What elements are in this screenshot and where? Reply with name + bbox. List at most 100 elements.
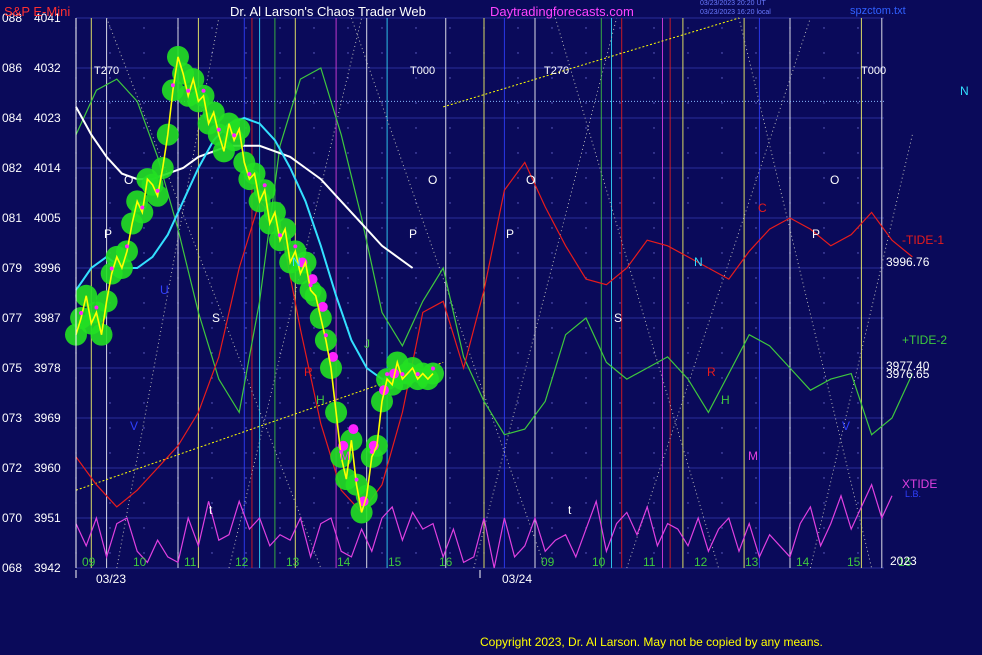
diagonal-line (473, 17, 618, 569)
grid-dot (585, 227, 587, 229)
grid-dot (347, 177, 349, 179)
grid-dot (347, 252, 349, 254)
planet-letter: J (364, 337, 370, 351)
grid-dot (823, 77, 825, 79)
grid-dot (245, 202, 247, 204)
grid-dot (517, 277, 519, 279)
grid-dot (619, 77, 621, 79)
grid-dot (619, 352, 621, 354)
grid-dot (211, 77, 213, 79)
grid-dot (721, 227, 723, 229)
grid-dot (415, 252, 417, 254)
grid-dot (619, 427, 621, 429)
grid-dot (211, 327, 213, 329)
planet-letter: V (130, 419, 138, 433)
grid-dot (551, 252, 553, 254)
grid-dot (381, 327, 383, 329)
grid-dot (721, 77, 723, 79)
price-tick-dot (431, 366, 435, 371)
grid-dot (755, 27, 757, 29)
grid-dot (721, 502, 723, 504)
grid-dot (143, 502, 145, 504)
price-tick-dot (323, 333, 328, 338)
grid-dot (551, 302, 553, 304)
grid-dot (347, 27, 349, 29)
price-tick-dot (201, 88, 206, 93)
grid-dot (517, 152, 519, 154)
y-code-label: 086 (2, 61, 22, 75)
grid-dot (721, 527, 723, 529)
grid-dot (517, 27, 519, 29)
x-hour-label: 13 (286, 555, 300, 569)
grid-dot (619, 27, 621, 29)
grid-dot (449, 352, 451, 354)
diagonal-line (106, 17, 322, 569)
y-price-label: 3996 (34, 261, 61, 275)
grid-dot (653, 477, 655, 479)
grid-dot (653, 327, 655, 329)
series-label-lb: L.B. (905, 489, 921, 499)
grid-dot (109, 502, 111, 504)
x-hour-label: 10 (133, 555, 147, 569)
series-label-tide2: +TIDE-2 (902, 333, 947, 347)
grid-dot (517, 227, 519, 229)
grid-dot (721, 177, 723, 179)
grid-dot (585, 77, 587, 79)
grid-dot (279, 427, 281, 429)
y-code-label: 079 (2, 261, 22, 275)
grid-dot (449, 127, 451, 129)
grid-dot (143, 402, 145, 404)
grid-dot (517, 202, 519, 204)
grid-dot (211, 177, 213, 179)
grid-dot (211, 552, 213, 554)
grid-dot (449, 327, 451, 329)
x-date-label: 03/23 (96, 572, 126, 586)
grid-dot (823, 52, 825, 54)
grid-dot (551, 452, 553, 454)
y-code-label: 084 (2, 111, 22, 125)
grid-dot (143, 427, 145, 429)
grid-dot (347, 552, 349, 554)
grid-dot (619, 102, 621, 104)
grid-dot (755, 152, 757, 154)
diagonal-line (626, 17, 811, 569)
grid-dot (585, 252, 587, 254)
grid-dot (755, 52, 757, 54)
value-label: 3996.76 (886, 255, 930, 269)
grid-dot (585, 352, 587, 354)
grid-dot (143, 377, 145, 379)
grid-dot (381, 502, 383, 504)
grid-dot (585, 52, 587, 54)
grid-dot (755, 327, 757, 329)
grid-dot (245, 27, 247, 29)
grid-dot (857, 27, 859, 29)
grid-dot (517, 177, 519, 179)
grid-dot (245, 527, 247, 529)
grid-dot (585, 202, 587, 204)
grid-dot (415, 52, 417, 54)
price-tick-dot (354, 477, 359, 482)
x-date-label: 03/24 (502, 572, 532, 586)
grid-dot (347, 202, 349, 204)
grid-dot (823, 552, 825, 554)
planet-letter: U (160, 283, 169, 297)
x-hour-label: 11 (643, 555, 656, 569)
grid-dot (857, 502, 859, 504)
grid-dot (415, 102, 417, 104)
grid-dot (653, 152, 655, 154)
price-tick-dot (232, 133, 237, 138)
grid-dot (755, 502, 757, 504)
grid-dot (619, 377, 621, 379)
grid-dot (415, 277, 417, 279)
site-url[interactable]: Daytradingforecasts.com (490, 4, 634, 19)
grid-dot (279, 177, 281, 179)
grid-dot (279, 252, 281, 254)
grid-dot (347, 402, 349, 404)
grid-dot (721, 52, 723, 54)
grid-dot (245, 277, 247, 279)
grid-dot (415, 552, 417, 554)
grid-dot (653, 102, 655, 104)
grid-dot (823, 202, 825, 204)
grid-dot (687, 402, 689, 404)
grid-dot (449, 377, 451, 379)
